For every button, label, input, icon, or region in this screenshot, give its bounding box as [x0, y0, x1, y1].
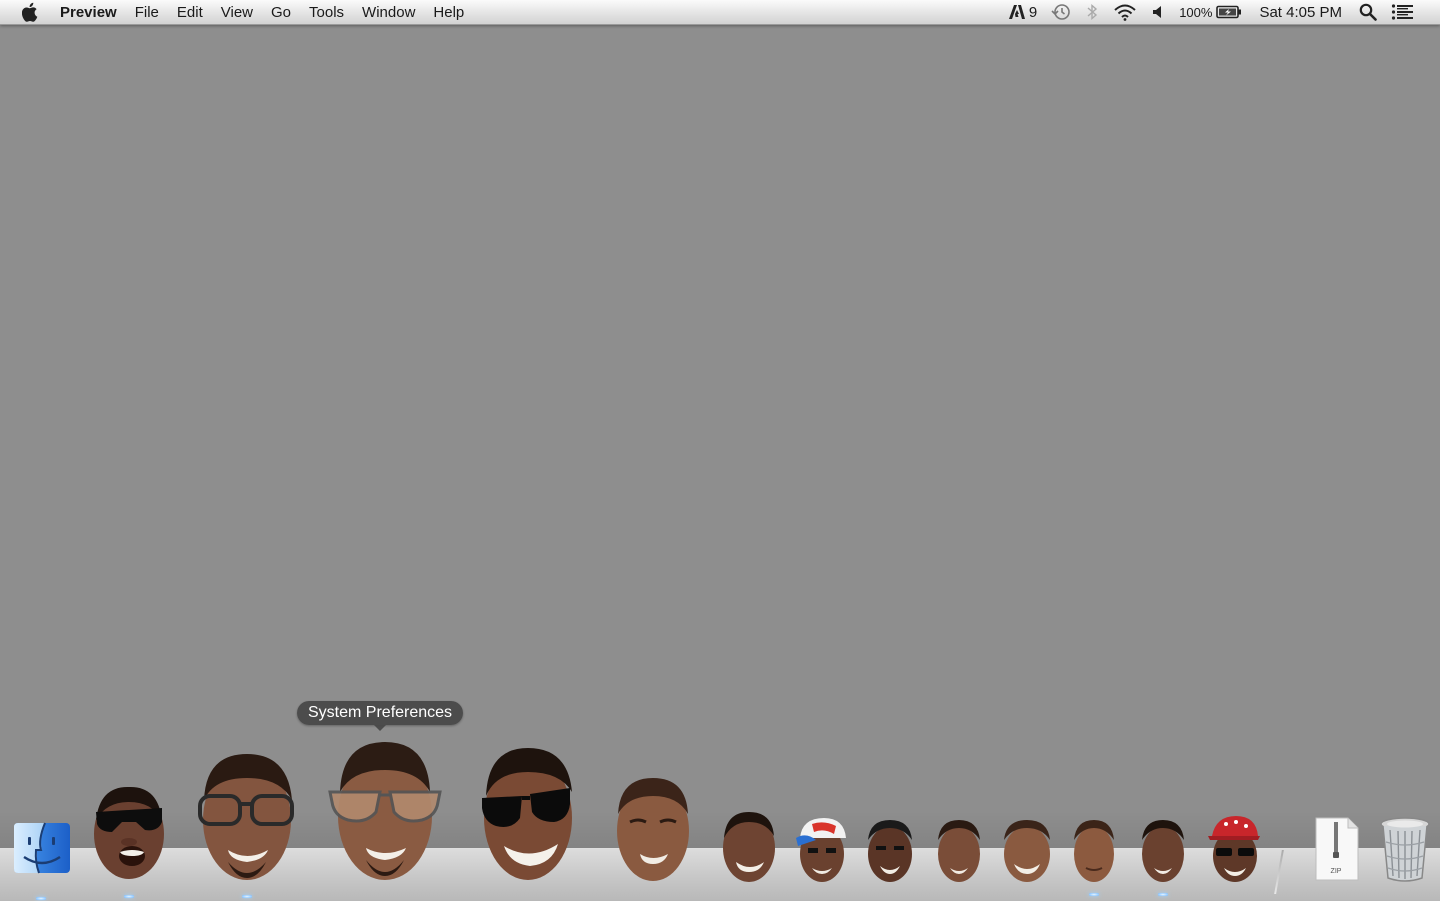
adobe-icon [1008, 5, 1025, 19]
running-indicator [1089, 893, 1099, 896]
dock-app-icon[interactable] [1000, 816, 1054, 884]
face-sunglasses-icon [94, 786, 164, 879]
menu-go[interactable]: Go [262, 0, 300, 25]
face-icon [1004, 820, 1050, 882]
dock-app-icon[interactable] [720, 808, 778, 884]
dock-app-icon[interactable] [1070, 816, 1118, 896]
face-icon [868, 820, 912, 882]
trash-icon [1380, 817, 1430, 882]
face-cap-icon [796, 818, 846, 882]
battery-icon [1216, 5, 1242, 19]
bluetooth-icon[interactable] [1078, 0, 1106, 25]
battery-percent: 100% [1179, 4, 1213, 20]
notification-list-icon[interactable] [1384, 0, 1422, 25]
dock-app-icon[interactable] [192, 750, 302, 898]
menu-tools[interactable]: Tools [300, 0, 353, 25]
adobe-badge-count: 9 [1028, 3, 1038, 21]
face-glasses-icon [198, 754, 294, 880]
running-indicator [242, 895, 252, 898]
dock-tooltip: System Preferences [297, 701, 464, 731]
dock-app-icon[interactable] [1206, 814, 1262, 884]
face-sunglasses-icon [482, 748, 572, 880]
finder-icon [14, 822, 70, 874]
dock-app-icon[interactable] [864, 816, 916, 884]
menu-bar: Preview File Edit View Go Tools Window H… [0, 0, 1440, 25]
dock-app-icon[interactable] [90, 782, 168, 898]
apple-menu-icon[interactable] [20, 1, 42, 23]
menu-window[interactable]: Window [353, 0, 424, 25]
dock-app-icon[interactable] [1138, 816, 1188, 896]
face-icon [723, 812, 775, 882]
battery-status[interactable]: 100% [1172, 0, 1249, 25]
zip-label: ZIP [1330, 868, 1342, 875]
dock-item-zip-archive[interactable]: ZIP [1312, 816, 1360, 882]
dock-app-icon[interactable] [612, 774, 694, 884]
face-icon [1142, 820, 1184, 882]
face-red-cap-icon [1208, 816, 1260, 882]
running-indicator [1158, 893, 1168, 896]
app-menu[interactable]: Preview [50, 0, 126, 25]
desktop[interactable] [0, 26, 1440, 848]
face-aviators-icon [328, 742, 442, 880]
dock-item-trash[interactable] [1378, 816, 1432, 884]
spotlight-search-icon[interactable] [1352, 0, 1384, 25]
dock-app-icon[interactable] [794, 816, 848, 884]
adobe-updater-status[interactable]: 9 [1001, 0, 1044, 25]
face-icon [1074, 820, 1114, 882]
face-icon [938, 820, 980, 882]
clock[interactable]: Sat 4:05 PM [1249, 0, 1352, 25]
volume-icon[interactable] [1144, 0, 1172, 25]
dock-app-icon[interactable] [478, 746, 578, 884]
face-icon [617, 778, 689, 881]
menu-file[interactable]: File [126, 0, 168, 25]
dock-item-system-preferences[interactable] [326, 740, 444, 884]
menu-view[interactable]: View [212, 0, 262, 25]
menu-edit[interactable]: Edit [168, 0, 212, 25]
dock-item-finder[interactable] [12, 820, 72, 900]
running-indicator [124, 895, 134, 898]
menu-help[interactable]: Help [424, 0, 473, 25]
dock-app-icon[interactable] [934, 816, 984, 884]
wifi-icon[interactable] [1106, 0, 1144, 25]
time-machine-icon[interactable] [1044, 0, 1078, 25]
